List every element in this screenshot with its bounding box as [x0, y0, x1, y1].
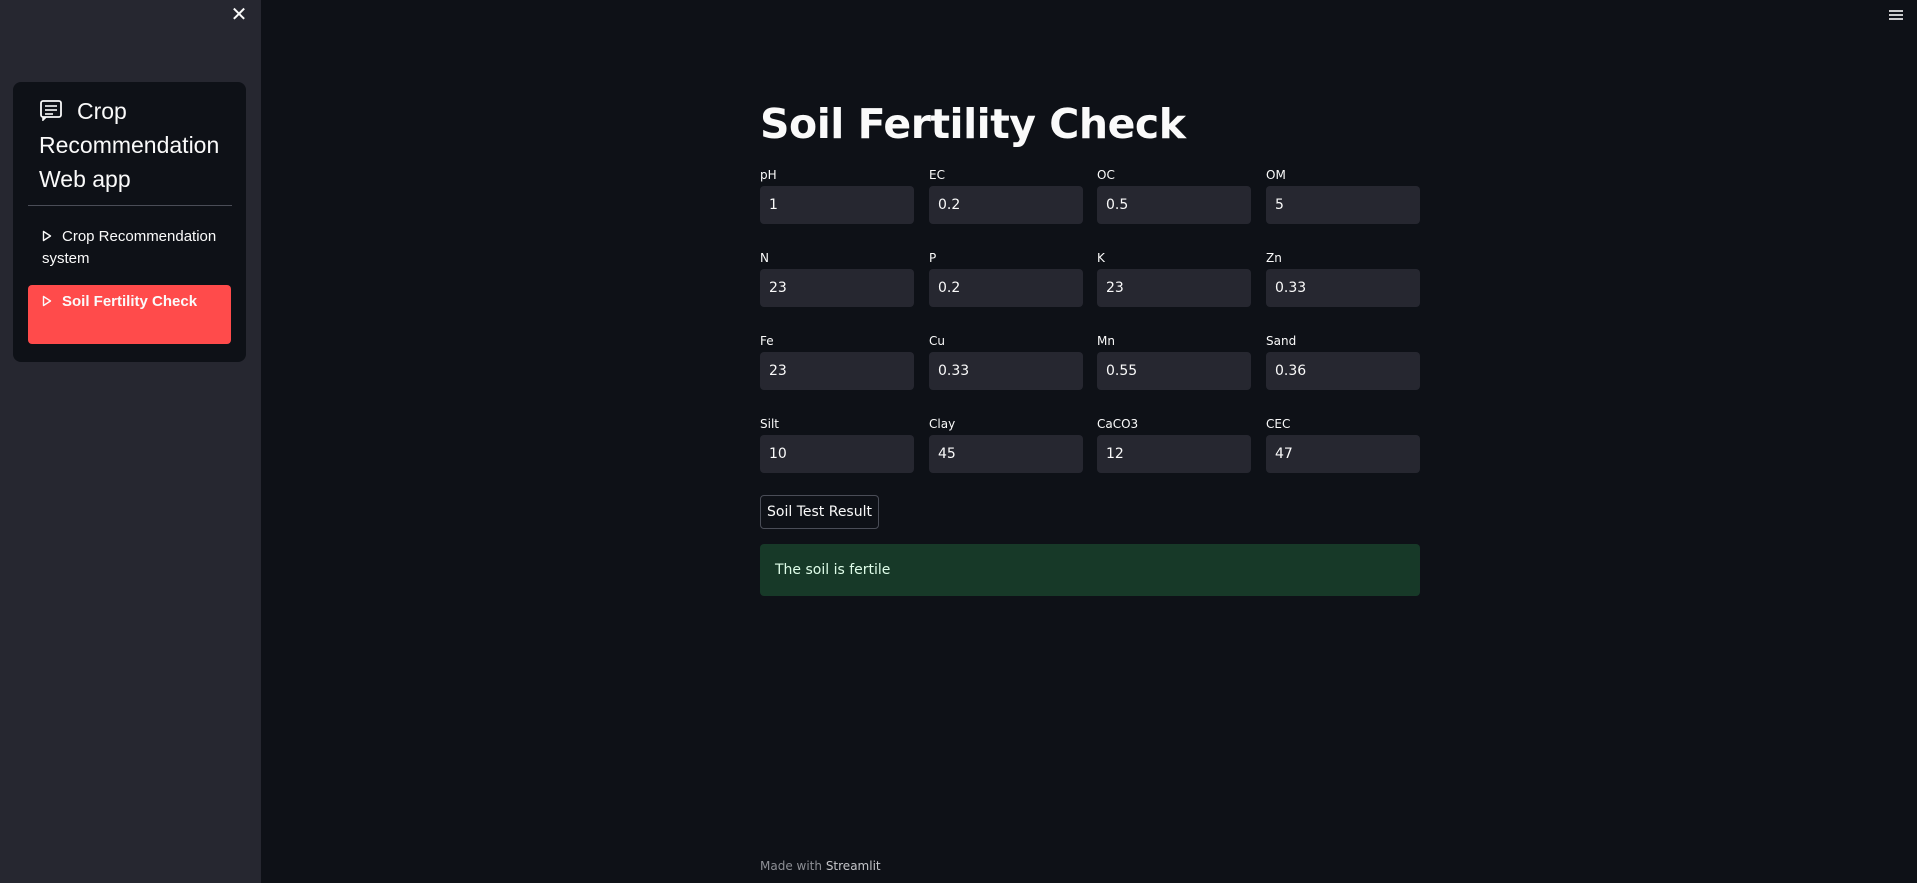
- field-label: K: [1097, 251, 1105, 265]
- ec-input[interactable]: [929, 186, 1083, 224]
- caco3-input[interactable]: [1097, 435, 1251, 473]
- field-mn: Mn: [1097, 333, 1251, 390]
- document-list-icon: [40, 100, 62, 121]
- field-ec: EC: [929, 167, 1083, 224]
- cec-input[interactable]: [1266, 435, 1420, 473]
- sidebar: ✕ Crop Recommendation Web app Crop Recom…: [0, 0, 261, 883]
- cu-input[interactable]: [929, 352, 1083, 390]
- mn-input[interactable]: [1097, 352, 1251, 390]
- menu-header: Crop Recommendation Web app: [39, 94, 234, 196]
- field-label: P: [929, 251, 937, 265]
- menu-title: Crop Recommendation Web app: [39, 98, 220, 192]
- om-input[interactable]: [1266, 186, 1420, 224]
- ph-input[interactable]: [760, 186, 914, 224]
- field-sand: Sand: [1266, 333, 1420, 390]
- soil-test-result-button[interactable]: Soil Test Result: [760, 495, 879, 529]
- streamlit-link[interactable]: Streamlit: [826, 859, 881, 873]
- field-cec: CEC: [1266, 416, 1420, 473]
- oc-input[interactable]: [1097, 186, 1251, 224]
- hamburger-menu-icon[interactable]: [1887, 7, 1905, 23]
- clay-input[interactable]: [929, 435, 1083, 473]
- p-input[interactable]: [929, 269, 1083, 307]
- field-label: OC: [1097, 168, 1115, 182]
- field-zn: Zn: [1266, 250, 1420, 307]
- field-label: Zn: [1266, 251, 1282, 265]
- field-clay: Clay: [929, 416, 1083, 473]
- nav-item-crop-recommendation[interactable]: Crop Recommendation system: [28, 222, 231, 274]
- k-input[interactable]: [1097, 269, 1251, 307]
- field-label: OM: [1266, 168, 1286, 182]
- menu-divider: [28, 205, 232, 206]
- sand-input[interactable]: [1266, 352, 1420, 390]
- fe-input[interactable]: [760, 352, 914, 390]
- field-p: P: [929, 250, 1083, 307]
- field-label: N: [760, 251, 769, 265]
- footer-prefix: Made with: [760, 859, 822, 873]
- nav-item-label: Crop Recommendation system: [42, 228, 217, 267]
- field-label: Silt: [760, 417, 779, 431]
- field-label: pH: [760, 168, 777, 182]
- field-caco3: CaCO3: [1097, 416, 1251, 473]
- field-k: K: [1097, 250, 1251, 307]
- field-silt: Silt: [760, 416, 914, 473]
- footer: Made with Streamlit: [760, 859, 881, 873]
- result-message: The soil is fertile: [775, 562, 891, 578]
- nav-item-soil-fertility-check[interactable]: Soil Fertility Check: [28, 285, 231, 344]
- field-n: N: [760, 250, 914, 307]
- field-label: Clay: [929, 417, 956, 431]
- field-label: EC: [929, 168, 945, 182]
- field-fe: Fe: [760, 333, 914, 390]
- field-label: CEC: [1266, 417, 1291, 431]
- field-label: Cu: [929, 334, 945, 348]
- field-ph: pH: [760, 167, 914, 224]
- success-alert: The soil is fertile: [760, 544, 1420, 596]
- field-om: OM: [1266, 167, 1420, 224]
- silt-input[interactable]: [760, 435, 914, 473]
- field-cu: Cu: [929, 333, 1083, 390]
- zn-input[interactable]: [1266, 269, 1420, 307]
- field-label: CaCO3: [1097, 417, 1139, 431]
- field-oc: OC: [1097, 167, 1251, 224]
- close-icon: ✕: [230, 4, 248, 26]
- close-sidebar-button[interactable]: ✕: [228, 4, 250, 26]
- play-outline-icon: [42, 295, 52, 307]
- field-label: Mn: [1097, 334, 1115, 348]
- nav-item-label: Soil Fertility Check: [62, 293, 198, 310]
- play-outline-icon: [42, 230, 52, 242]
- navigation-menu: Crop Recommendation Web app Crop Recomme…: [13, 82, 246, 362]
- field-label: Fe: [760, 334, 774, 348]
- n-input[interactable]: [760, 269, 914, 307]
- field-label: Sand: [1266, 334, 1297, 348]
- page-title: Soil Fertility Check: [760, 100, 1186, 148]
